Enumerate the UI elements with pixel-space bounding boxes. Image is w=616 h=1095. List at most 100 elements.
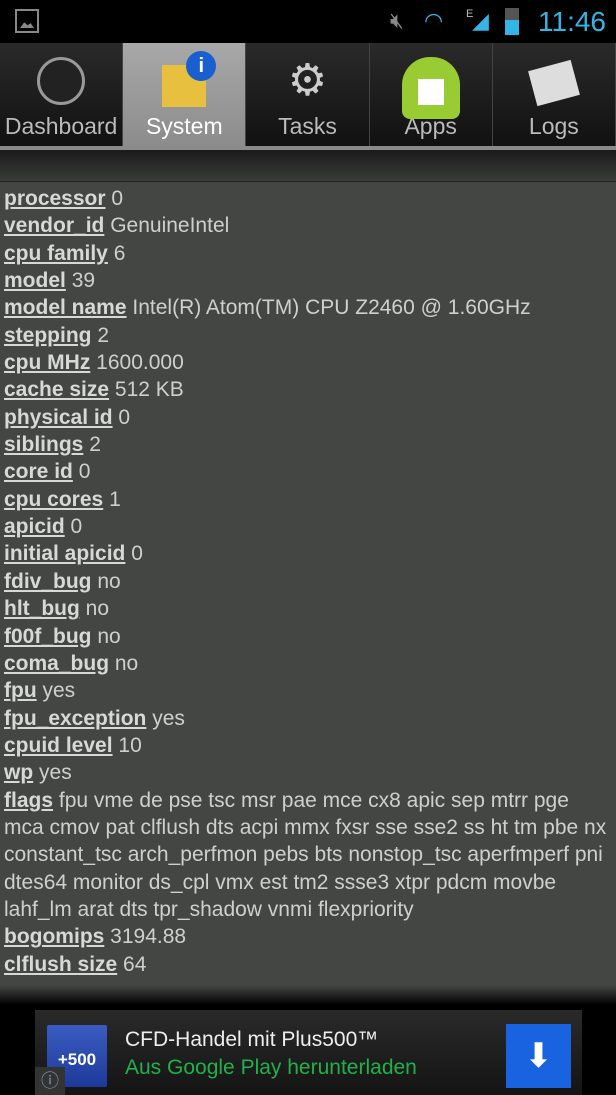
cpu-info-row: vendor_id GenuineIntel [4, 212, 612, 239]
cpu-info-value: no [97, 569, 121, 593]
gears-icon: ⚙ [287, 56, 328, 105]
cpu-info-key: initial apicid [4, 542, 126, 566]
wifi-icon: ◠ [424, 8, 444, 33]
cpu-info-value: 0 [70, 515, 83, 539]
tab-system[interactable]: i System [123, 43, 247, 146]
cpu-info-row: model name Intel(R) Atom(TM) CPU Z2460 @… [4, 294, 612, 321]
cpu-info-key: clflush size [4, 952, 118, 976]
cpu-info-value: GenuineIntel [110, 214, 230, 238]
cpu-info-value: 0 [78, 460, 91, 484]
cpu-info-value: 3194.88 [110, 925, 187, 949]
ad-container: +500 CFD-Handel mit Plus500™ Aus Google … [0, 1005, 616, 1095]
cpu-info-key: siblings [4, 433, 84, 457]
cpu-info-value: 39 [71, 269, 96, 293]
cpu-info-row: fdiv_bug no [4, 568, 612, 595]
cpu-info-row: flags fpu vme de pse tsc msr pae mce cx8… [4, 787, 612, 924]
download-button[interactable]: ⬇ [506, 1024, 571, 1088]
cpu-info-key: coma_bug [4, 651, 110, 675]
cpu-info-value: 512 KB [114, 378, 184, 402]
cpu-info-value: 1 [109, 487, 121, 511]
cpu-info-row: f00f_bug no [4, 623, 612, 650]
download-arrow-icon: ⬇ [524, 1037, 553, 1075]
cpu-info-value: 0 [131, 542, 143, 566]
gallery-notification-icon [15, 9, 39, 33]
cpu-info-row: cpuid level 10 [4, 732, 612, 759]
cpu-info-key: f00f_bug [4, 624, 92, 648]
tab-tasks[interactable]: ⚙ Tasks [246, 43, 370, 146]
cpu-info-key: fpu_exception [4, 706, 147, 730]
signal-icon: ◢ [472, 8, 489, 33]
cpu-info-row: cpu family 6 [4, 240, 612, 267]
section-header [0, 150, 616, 182]
cpu-info-row: apicid 0 [4, 513, 612, 540]
cpu-info-value: Intel(R) Atom(TM) CPU Z2460 @ 1.60GHz [132, 296, 531, 320]
cpu-info-row: fpu yes [4, 677, 612, 704]
ad-title: CFD-Handel mit Plus500™ [125, 1028, 379, 1051]
cpu-info-row: coma_bug no [4, 650, 612, 677]
cpu-info-key: wp [4, 761, 34, 785]
cpu-info-key: hlt_bug [4, 597, 80, 621]
cpu-info-value: yes [42, 679, 76, 703]
android-icon [401, 57, 460, 119]
cpu-info-key: stepping [4, 323, 92, 347]
ad-banner[interactable]: +500 CFD-Handel mit Plus500™ Aus Google … [35, 1010, 582, 1095]
cpu-info-key: fdiv_bug [4, 569, 92, 593]
cpu-info-row: initial apicid 0 [4, 540, 612, 567]
cpu-info-row: processor 0 [4, 185, 612, 212]
cpu-info-value: no [114, 651, 139, 675]
cpu-info-row: clflush size 64 [4, 951, 612, 978]
tab-bar: Dashboard i System ⚙ Tasks Apps Logs [0, 43, 616, 150]
battery-icon [505, 8, 519, 35]
cpu-info-value: yes [152, 706, 185, 730]
cpu-info-list[interactable]: processor 0 vendor_id GenuineIntel cpu fam… [4, 185, 612, 978]
cpu-info-value: 2 [97, 323, 110, 347]
cpu-info-key: cpuid level [4, 733, 113, 757]
cpu-info-value: 1600.000 [96, 351, 184, 375]
cpu-info-key: cpu MHz [4, 351, 91, 375]
cpu-info-row: cpu cores 1 [4, 486, 612, 513]
cpu-info-row: model 39 [4, 267, 612, 294]
cpu-info-key: physical id [4, 405, 113, 429]
clock: 11:46 [538, 6, 606, 37]
cpu-info-value: 0 [118, 405, 131, 429]
ad-info-icon[interactable]: ⓘ [35, 1067, 65, 1095]
tab-dashboard[interactable]: Dashboard [0, 43, 124, 146]
system-info-icon: i [162, 51, 217, 107]
scroll-fade [0, 985, 616, 1005]
cpu-info-value: fpu vme de pse tsc msr pae mce cx8 apic … [4, 788, 607, 921]
cpu-info-value: 6 [113, 241, 126, 265]
gauge-icon [37, 57, 86, 105]
cpu-info-key: model name [4, 296, 127, 320]
cpu-info-value: no [97, 624, 121, 648]
cpu-info-value: 64 [123, 952, 147, 976]
cpu-info-row: wp yes [4, 759, 612, 786]
newspaper-icon [527, 59, 580, 107]
cpu-info-row: siblings 2 [4, 431, 612, 458]
status-bar: 🔇︎ ◠ E ◢ 11:46 [0, 0, 616, 43]
cpu-info-value: 0 [111, 187, 124, 210]
cpu-info-row: cpu MHz 1600.000 [4, 349, 612, 376]
mute-icon: 🔇︎ [390, 8, 404, 33]
cpu-info-value: 2 [89, 433, 101, 457]
cpu-info-key: cpu cores [4, 487, 104, 511]
cpu-info-key: cache size [4, 378, 110, 402]
ad-subtitle: Aus Google Play herunterladen [125, 1056, 417, 1079]
cpu-info-value: no [85, 597, 110, 621]
tab-logs[interactable]: Logs [493, 43, 616, 146]
cpu-info-key: model [4, 269, 66, 293]
cpu-info-value: yes [39, 761, 72, 785]
cpu-info-key: bogomips [4, 925, 105, 949]
cpu-info-value: 10 [118, 733, 142, 757]
cpu-info-row: physical id 0 [4, 404, 612, 431]
cpu-info-key: core id [4, 460, 73, 484]
cpu-info-key: fpu [4, 679, 37, 703]
cpu-info-row: hlt_bug no [4, 595, 612, 622]
cpu-info-key: apicid [4, 515, 65, 539]
cpu-info-row: cache size 512 KB [4, 376, 612, 403]
cpu-info-key: flags [4, 788, 54, 812]
cpu-info-key: cpu family [4, 241, 108, 265]
cpu-info-row: bogomips 3194.88 [4, 923, 612, 950]
tab-apps[interactable]: Apps [370, 43, 493, 146]
cpu-info-key: processor [4, 187, 106, 210]
cpu-info-key: vendor_id [4, 214, 105, 238]
